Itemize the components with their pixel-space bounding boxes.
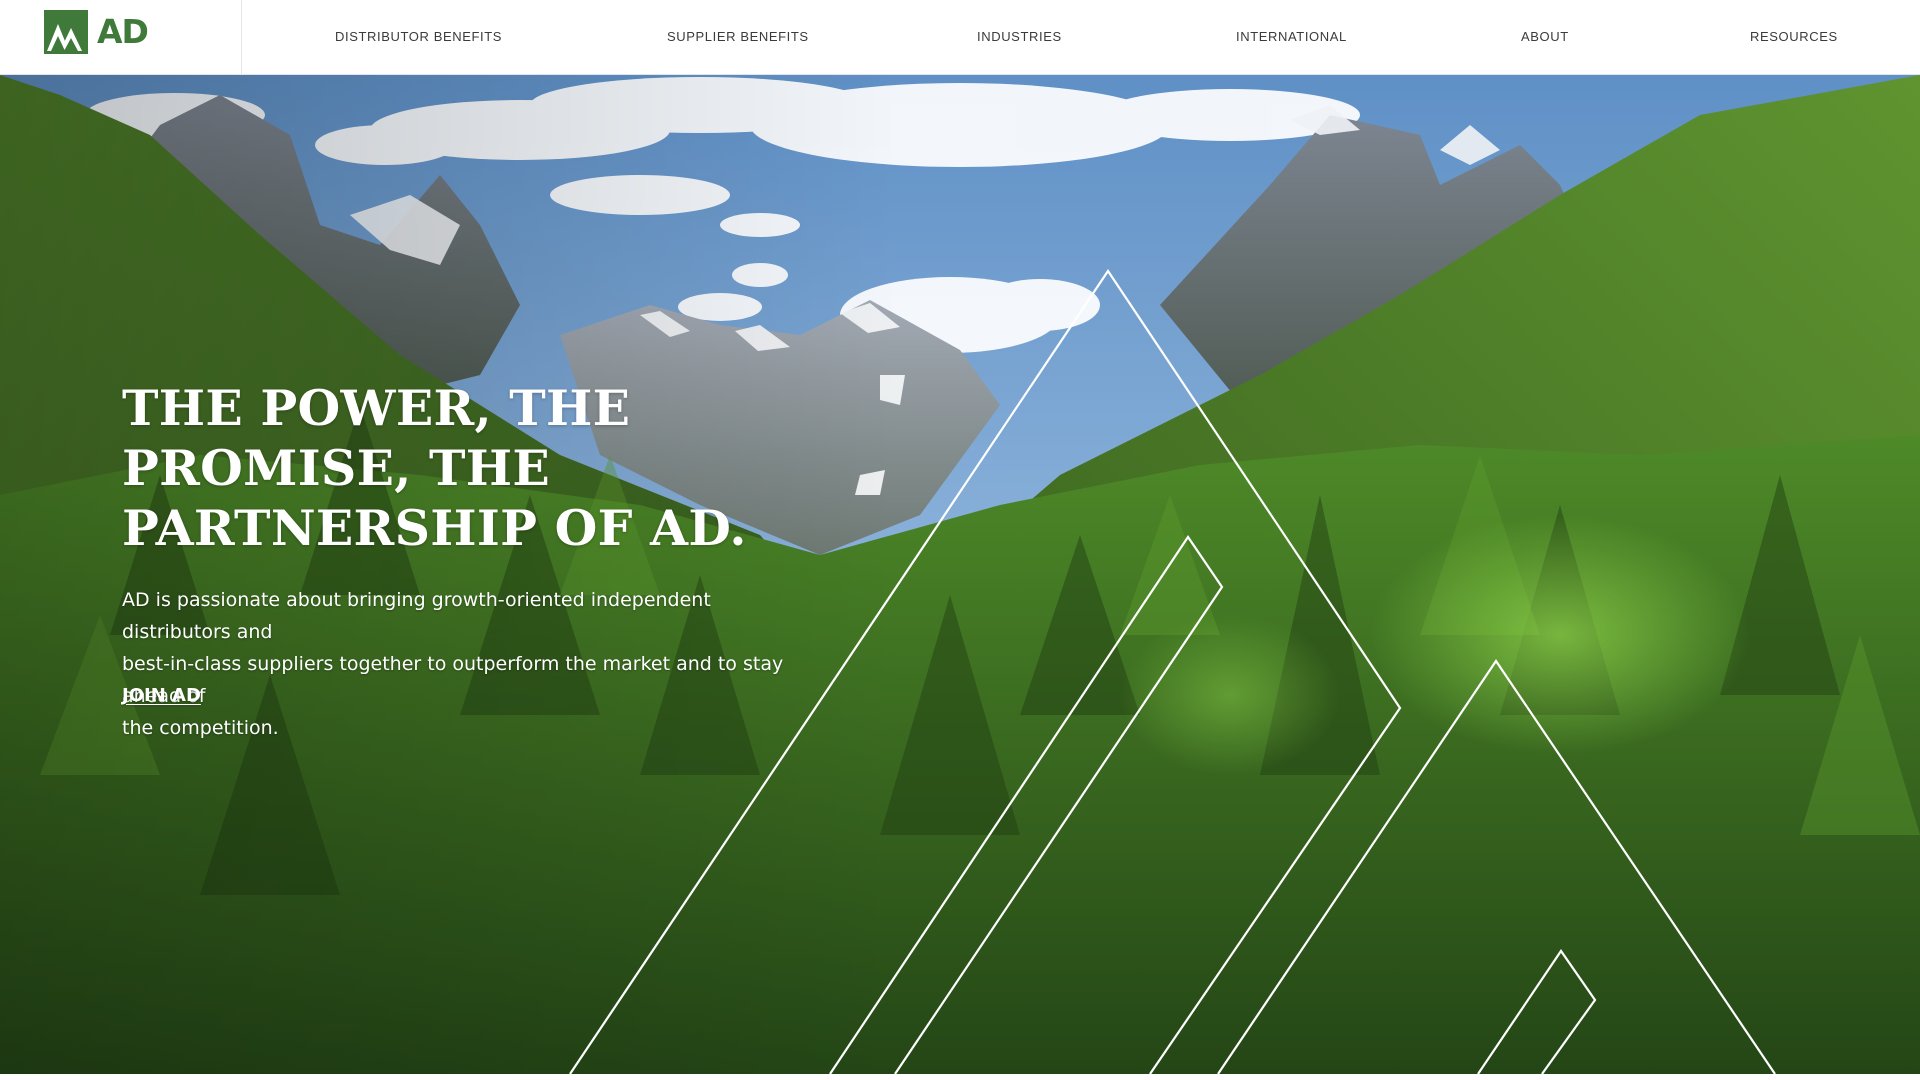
hero-section: THE POWER, THE PROMISE, THE PARTNERSHIP … [0, 75, 1920, 1074]
nav-industries[interactable]: INDUSTRIES [977, 0, 1062, 74]
nav-about[interactable]: ABOUT [1521, 0, 1569, 74]
site-header: AD DISTRIBUTOR BENEFITS SUPPLIER BENEFIT… [0, 0, 1920, 75]
hero-title: THE POWER, THE PROMISE, THE PARTNERSHIP … [122, 379, 747, 557]
nav-supplier-benefits[interactable]: SUPPLIER BENEFITS [667, 0, 809, 74]
header-divider [241, 0, 242, 75]
mountain-outline-graphic [569, 269, 1776, 1074]
nav-distributor-benefits[interactable]: DISTRIBUTOR BENEFITS [335, 0, 502, 74]
mountain-peaks-logo-icon [44, 10, 88, 54]
home-logo-link[interactable]: AD [44, 10, 149, 54]
nav-resources[interactable]: RESOURCES [1750, 0, 1838, 74]
brand-name: AD [97, 12, 149, 51]
nav-international[interactable]: INTERNATIONAL [1236, 0, 1347, 74]
hero-description: AD is passionate about bringing growth-o… [122, 589, 784, 739]
join-ad-link[interactable]: JOIN AD [122, 685, 201, 706]
